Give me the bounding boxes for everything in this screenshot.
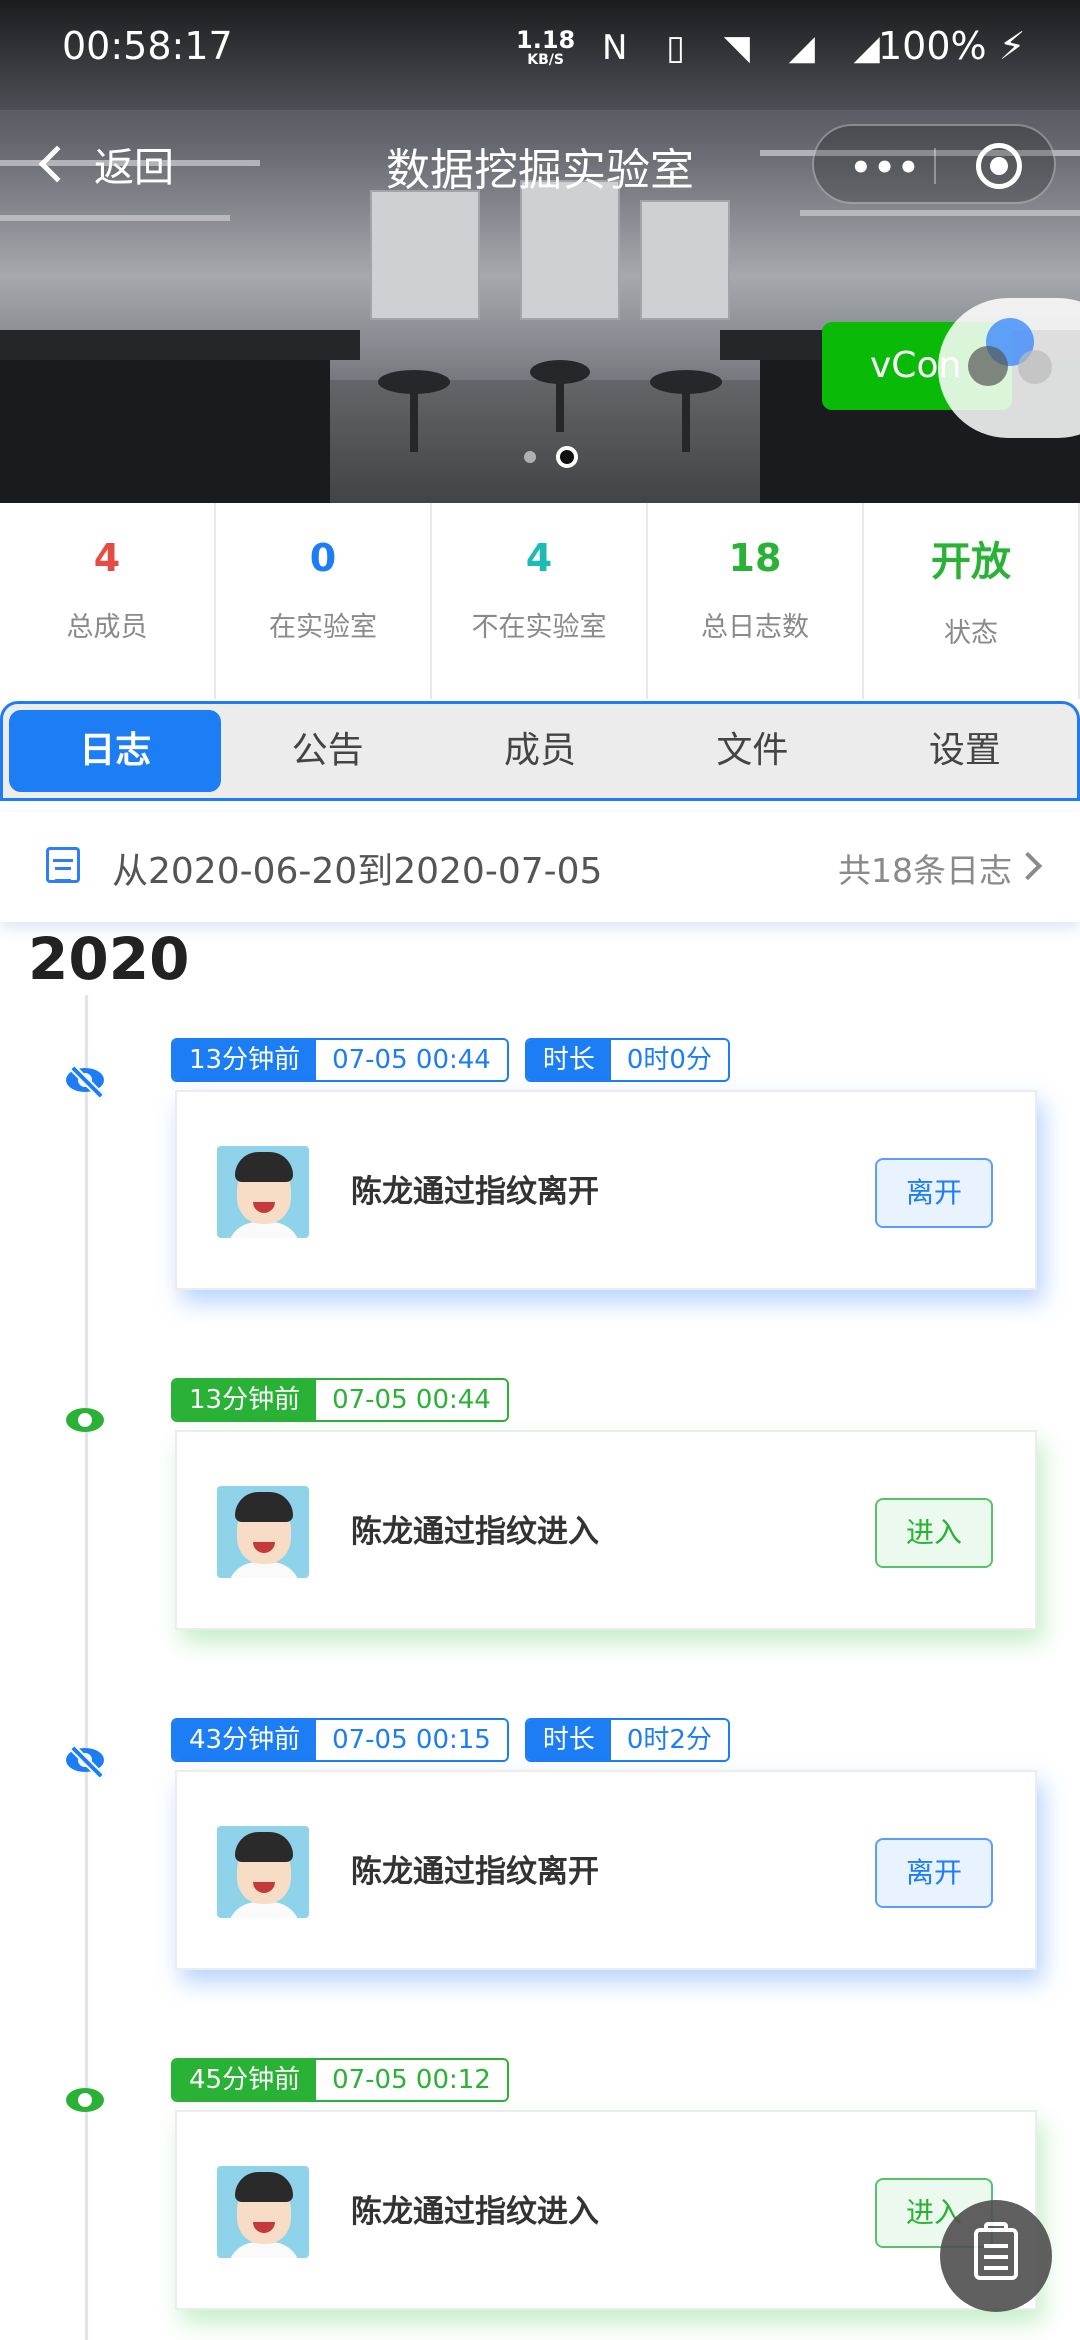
time-tag: 45分钟前 07-05 00:12	[171, 2058, 509, 2102]
time-datetime: 07-05 00:12	[316, 2060, 507, 2100]
duration-label: 时长	[526, 1720, 611, 1760]
network-speed: 1.18 KB/S	[516, 28, 575, 68]
eye-slash-shape	[66, 1748, 104, 1772]
stat-in-lab: 0 在实验室	[216, 503, 432, 699]
duration-tag: 时长 0时2分	[524, 1718, 730, 1762]
stat-value: 4	[525, 536, 553, 580]
eye-slash-shape	[66, 1068, 104, 1092]
clipboard-icon	[974, 2228, 1018, 2280]
status-time: 00:58:17	[62, 24, 233, 68]
eye-icon	[63, 2078, 109, 2124]
tab-members[interactable]: 成员	[434, 710, 646, 792]
stat-label: 状态	[944, 618, 998, 649]
stat-label: 不在实验室	[471, 612, 607, 643]
tab-logs[interactable]: 日志	[9, 710, 222, 792]
carousel-indicator	[524, 446, 578, 468]
duration-label: 时长	[526, 1040, 611, 1080]
eye-shape	[66, 1408, 104, 1432]
avatar	[217, 1486, 309, 1578]
duration-tag: 时长 0时0分	[524, 1038, 730, 1082]
avatar	[217, 1146, 309, 1238]
leave-badge[interactable]: 离开	[875, 1838, 993, 1908]
stat-value: 4	[93, 536, 121, 580]
time-datetime: 07-05 00:15	[316, 1720, 507, 1760]
date-range-bar[interactable]: 从2020-06-20到2020-07-05 共18条日志	[0, 812, 1080, 922]
time-datetime: 07-05 00:44	[316, 1040, 507, 1080]
time-datetime: 07-05 00:44	[316, 1380, 507, 1420]
entry-tags: 45分钟前 07-05 00:12	[171, 2058, 509, 2102]
calendar-icon	[46, 847, 80, 883]
eye-slash-icon	[63, 1058, 109, 1104]
duration-value: 0时2分	[610, 1720, 728, 1760]
tab-bar: 日志 公告 成员 文件 设置	[0, 701, 1080, 801]
stat-label: 总成员	[66, 612, 148, 643]
year-heading: 2020	[28, 925, 190, 993]
widget-dark-icon	[968, 346, 1008, 386]
entry-tags: 13分钟前 07-05 00:44	[171, 1378, 509, 1422]
eye-slash-icon	[63, 1738, 109, 1784]
avatar	[217, 2166, 309, 2258]
stat-label: 在实验室	[269, 612, 377, 643]
time-ago: 45分钟前	[173, 2060, 317, 2100]
log-message: 陈龙通过指纹进入	[351, 1514, 599, 1550]
eye-icon	[63, 1398, 109, 1444]
date-range-text: 从2020-06-20到2020-07-05	[112, 851, 603, 892]
log-message: 陈龙通过指纹进入	[351, 2194, 599, 2230]
stat-value: 18	[728, 536, 782, 580]
chevron-right-icon	[1013, 851, 1043, 881]
log-message: 陈龙通过指纹离开	[351, 1174, 599, 1210]
floating-log-button[interactable]	[940, 2200, 1052, 2312]
log-card[interactable]: 陈龙通过指纹离开 离开	[175, 1770, 1037, 1970]
network-speed-unit: KB/S	[527, 52, 564, 68]
time-tag: 13分钟前 07-05 00:44	[171, 1378, 509, 1422]
enter-badge[interactable]: 进入	[875, 1498, 993, 1568]
tab-settings[interactable]: 设置	[859, 710, 1071, 792]
status-icons: N ▯ ◥ ◢ ◢	[602, 28, 894, 68]
time-ago: 43分钟前	[173, 1720, 317, 1760]
stat-total-logs: 18 总日志数	[648, 503, 864, 699]
carousel-dot-active[interactable]	[556, 446, 578, 468]
battery-indicator: 100% ⚡	[878, 24, 1026, 68]
stat-status: 开放 状态	[864, 503, 1080, 699]
widget-link-icon	[1018, 350, 1052, 384]
status-bar: 00:58:17 1.18 KB/S N ▯ ◥ ◢ ◢ 100% ⚡	[0, 0, 1080, 100]
stat-value: 开放	[931, 539, 1011, 585]
more-button[interactable]: •••	[850, 148, 921, 188]
tab-announcements[interactable]: 公告	[221, 710, 433, 792]
avatar	[217, 1826, 309, 1918]
capsule-divider	[934, 148, 936, 184]
log-card[interactable]: 陈龙通过指纹离开 离开	[175, 1090, 1037, 1290]
stat-not-in-lab: 4 不在实验室	[432, 503, 648, 699]
entry-tags: 43分钟前 07-05 00:15 时长 0时2分	[171, 1718, 730, 1762]
carousel-dot[interactable]	[524, 451, 536, 463]
close-target-icon[interactable]	[976, 143, 1022, 189]
miniprogram-capsule: •••	[812, 124, 1056, 204]
entry-tags: 13分钟前 07-05 00:44 时长 0时0分	[171, 1038, 730, 1082]
network-speed-value: 1.18	[516, 26, 576, 54]
stats-row: 4 总成员 0 在实验室 4 不在实验室 18 总日志数 开放 状态	[0, 503, 1080, 699]
stat-label: 总日志数	[701, 612, 809, 643]
log-card[interactable]: 陈龙通过指纹进入 进入	[175, 1430, 1037, 1630]
timeline-line	[85, 995, 88, 2340]
time-ago: 13分钟前	[173, 1040, 317, 1080]
duration-value: 0时0分	[610, 1040, 728, 1080]
log-card[interactable]: 陈龙通过指纹进入 进入	[175, 2110, 1037, 2310]
leave-badge[interactable]: 离开	[875, 1158, 993, 1228]
eye-shape	[66, 2088, 104, 2112]
clipboard-clip	[984, 2222, 1008, 2232]
time-tag: 43分钟前 07-05 00:15	[171, 1718, 509, 1762]
tab-files[interactable]: 文件	[646, 710, 858, 792]
stat-total-members: 4 总成员	[0, 503, 216, 699]
time-tag: 13分钟前 07-05 00:44	[171, 1038, 509, 1082]
log-count: 共18条日志	[838, 851, 1012, 890]
floating-widget[interactable]	[938, 298, 1080, 438]
log-message: 陈龙通过指纹离开	[351, 1854, 599, 1890]
stat-value: 0	[309, 536, 337, 580]
time-ago: 13分钟前	[173, 1380, 317, 1420]
